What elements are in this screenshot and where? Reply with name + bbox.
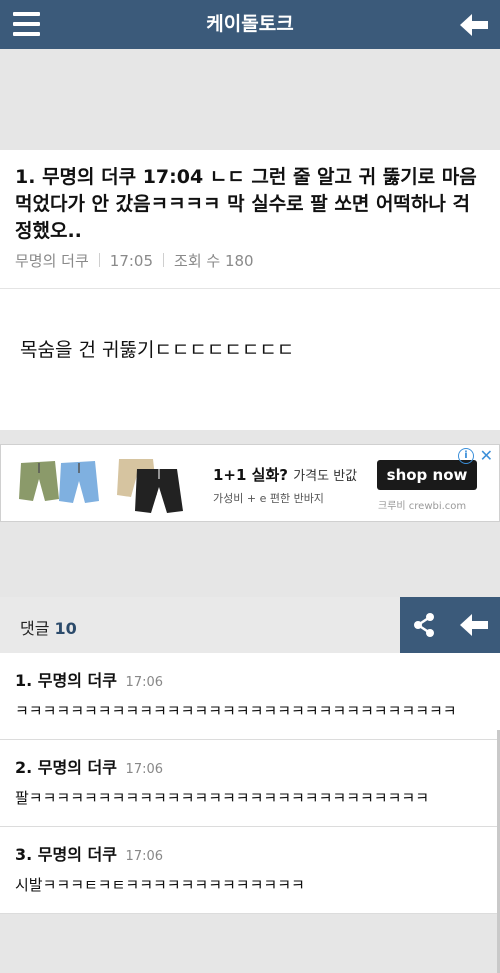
comment-author: 무명의 더쿠 — [37, 671, 117, 690]
top-spacer — [0, 49, 500, 150]
divider — [98, 253, 100, 267]
divider — [163, 253, 165, 267]
comment-author: 무명의 더쿠 — [37, 758, 117, 777]
comment-number: 3. — [15, 845, 33, 864]
post-time: 17:05 — [109, 252, 154, 270]
ad-text: 1+1 실화? 가격도 반값 가성비 + e 편한 반바지 — [213, 464, 357, 506]
spacer — [0, 522, 500, 597]
comment-time: 17:06 — [125, 762, 164, 777]
comment-time: 17:06 — [125, 849, 164, 864]
post-title-text: 무명의 더쿠 17:04 ㄴㄷ 그런 줄 알고 귀 뚫기로 마음 먹었다가 안 … — [15, 166, 477, 242]
arrow-left-icon[interactable] — [460, 13, 488, 37]
ad-headline-bold: 1+1 실화? — [213, 466, 288, 484]
comment-text: ㅋㅋㅋㅋㅋㅋㅋㅋㅋㅋㅋㅋㅋㅋㅋㅋㅋㅋㅋㅋㅋㅋㅋㅋㅋㅋㅋㅋㅋㅋㅋㅋ — [15, 702, 457, 720]
ad-headline-light: 가격도 반값 — [293, 469, 358, 484]
comment-author: 무명의 더쿠 — [37, 845, 117, 864]
comment-item: 2. 무명의 더쿠 17:06 팔ㅋㅋㅋㅋㅋㅋㅋㅋㅋㅋㅋㅋㅋㅋㅋㅋㅋㅋㅋㅋㅋㅋㅋ… — [0, 740, 500, 827]
post-views: 조회 수 180 — [174, 252, 254, 270]
comment-header: 1. 무명의 더쿠 17:06 — [15, 667, 485, 691]
comment-text: 팔ㅋㅋㅋㅋㅋㅋㅋㅋㅋㅋㅋㅋㅋㅋㅋㅋㅋㅋㅋㅋㅋㅋㅋㅋㅋㅋㅋㅋㅋ — [15, 789, 430, 807]
comment-header: 3. 무명의 더쿠 17:06 — [15, 841, 485, 865]
post-header: 1. 무명의 더쿠 17:04 ㄴㄷ 그런 줄 알고 귀 뚫기로 마음 먹었다가… — [0, 150, 500, 289]
ad-close-icon[interactable]: ✕ — [480, 446, 493, 465]
ad-subtitle: 가성비 + e 편한 반바지 — [213, 492, 324, 505]
comments-list: 1. 무명의 더쿠 17:06 ㅋㅋㅋㅋㅋㅋㅋㅋㅋㅋㅋㅋㅋㅋㅋㅋㅋㅋㅋㅋㅋㅋㅋㅋ… — [0, 653, 500, 914]
comments-heading: 댓글 10 — [20, 615, 77, 639]
app-title[interactable]: 케이돌토크 — [0, 0, 500, 49]
shop-now-button[interactable]: shop now — [377, 460, 477, 490]
comments-actions — [400, 597, 500, 653]
comment-item: 3. 무명의 더쿠 17:06 시발ㅋㅋㅋㅌㅋㅌㅋㅋㅋㅋㅋㅋㅋㅋㅋㅋㅋㅋㅋ — [0, 827, 500, 914]
comments-label: 댓글 — [20, 619, 50, 638]
ad-brand: 크루비 crewbi.com — [378, 501, 467, 512]
post-body: 목숨을 건 귀뚫기ㄷㄷㄷㄷㄷㄷㄷㄷ — [0, 289, 500, 430]
ad-banner[interactable]: 1+1 실화? 가격도 반값 가성비 + e 편한 반바지 shop now 크… — [0, 444, 500, 522]
post-title: 1. 무명의 더쿠 17:04 ㄴㄷ 그런 줄 알고 귀 뚫기로 마음 먹었다가… — [15, 164, 485, 245]
comment-header: 2. 무명의 더쿠 17:06 — [15, 754, 485, 778]
comment-number: 1. — [15, 671, 33, 690]
spacer — [0, 430, 500, 444]
ad-headline: 1+1 실화? 가격도 반값 — [213, 464, 357, 485]
comment-text: 시발ㅋㅋㅋㅌㅋㅌㅋㅋㅋㅋㅋㅋㅋㅋㅋㅋㅋㅋㅋ — [15, 876, 305, 894]
post-content: 목숨을 건 귀뚫기ㄷㄷㄷㄷㄷㄷㄷㄷ — [20, 339, 295, 361]
post-author: 무명의 더쿠 — [15, 252, 89, 270]
comment-item: 1. 무명의 더쿠 17:06 ㅋㅋㅋㅋㅋㅋㅋㅋㅋㅋㅋㅋㅋㅋㅋㅋㅋㅋㅋㅋㅋㅋㅋㅋ… — [0, 653, 500, 740]
share-icon[interactable] — [410, 611, 438, 639]
shorts-product-image[interactable] — [19, 455, 189, 515]
arrow-left-icon[interactable] — [460, 613, 488, 637]
top-bar: 케이돌토크 — [0, 0, 500, 49]
post-meta: 무명의 더쿠 17:05 조회 수 180 — [15, 250, 254, 271]
comment-time: 17:06 — [125, 675, 164, 690]
post-number: 1. — [15, 166, 36, 188]
ad-info-icon[interactable]: i — [458, 448, 474, 464]
comments-count: 10 — [54, 619, 77, 638]
comment-number: 2. — [15, 758, 33, 777]
comments-bar: 댓글 10 — [0, 597, 500, 653]
